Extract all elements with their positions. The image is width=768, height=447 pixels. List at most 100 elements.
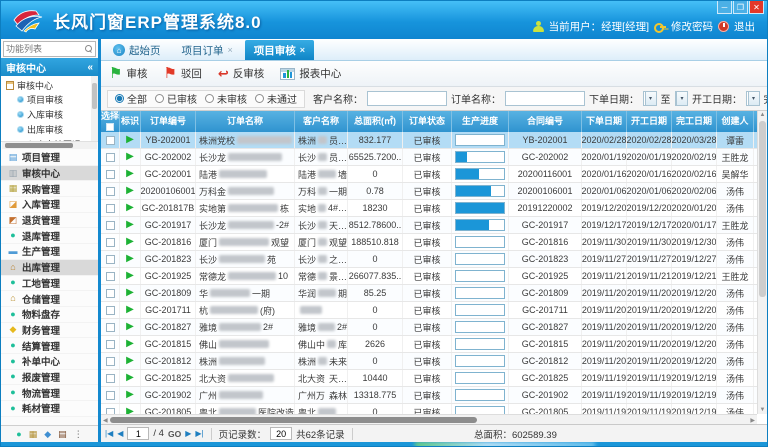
row-checkbox[interactable] <box>106 357 115 366</box>
table-row[interactable]: ▶GC-201827雅境2#雅境2#0已审核GC-2018272019/11/2… <box>101 319 757 336</box>
table-horizontal-scrollbar[interactable]: ◀ ▶ <box>101 414 757 424</box>
row-checkbox[interactable] <box>106 204 115 213</box>
table-row[interactable]: ▶GC-201902广州广州万森林13318.775已审核GC-20190220… <box>101 387 757 404</box>
last-page-button[interactable]: ▶| <box>195 429 203 438</box>
table-row[interactable]: ▶YB-202001株洲党校株洲员…832.177已审核YB-202001202… <box>101 132 757 149</box>
table-row[interactable]: ▶GC-201711杭(府)0已审核GC-2017112019/11/20201… <box>101 302 757 319</box>
change-password-link[interactable]: 修改密码 <box>671 19 713 34</box>
scroll-right-icon[interactable]: ▶ <box>750 417 755 424</box>
order-date-end-input[interactable]: / /▾ <box>675 91 689 106</box>
sidebar-item-仓储管理[interactable]: ⌂仓储管理 <box>1 291 98 307</box>
table-row[interactable]: ▶GC-202002长沙龙长沙员…65525.7200..已审核GC-20200… <box>101 149 757 166</box>
row-checkbox[interactable] <box>106 153 115 162</box>
chevron-down-icon[interactable]: ▾ <box>676 92 687 105</box>
column-header-完工日期[interactable]: 完工日期 <box>672 111 717 132</box>
tab-项目审核[interactable]: 项目审核× <box>245 40 314 60</box>
first-page-button[interactable]: |◀ <box>105 429 113 438</box>
sidebar-item-采购管理[interactable]: ▦采购管理 <box>1 181 98 197</box>
row-checkbox[interactable] <box>106 323 115 332</box>
sidebar-item-报废管理[interactable]: ●报废管理 <box>1 370 98 386</box>
table-row[interactable]: ▶GC-201917长沙龙-2#长沙天…8512.78600..已审核GC-20… <box>101 217 757 234</box>
column-header-客户名称[interactable]: 客户名称 <box>295 111 348 132</box>
next-page-button[interactable]: ▶ <box>185 429 191 438</box>
radio-未通过[interactable]: 未通过 <box>255 91 297 106</box>
column-header-选择[interactable]: 选择 <box>101 111 120 132</box>
column-header-生产进度[interactable]: 生产进度 <box>452 111 509 132</box>
order-name-input[interactable] <box>505 91 585 106</box>
row-checkbox[interactable] <box>106 340 115 349</box>
row-checkbox[interactable] <box>106 391 115 400</box>
table-row[interactable]: ▶GC-201825北大资北大资天…10440已审核GC-2018252019/… <box>101 370 757 387</box>
table-row[interactable]: ▶GC-201816厦门观望厦门观望188510.818已审核GC-201816… <box>101 234 757 251</box>
sidebar-item-退库管理[interactable]: ●退库管理 <box>1 228 98 244</box>
sidebar-item-出库管理[interactable]: ⌂出库管理 <box>1 260 98 276</box>
table-row[interactable]: ▶GC-201925常德龙10常德景…266077.835..已审核GC-201… <box>101 268 757 285</box>
page-size-input[interactable] <box>270 427 292 440</box>
tree-item[interactable]: 出库审核 <box>6 122 89 137</box>
驳回-button[interactable]: ⚑驳回 <box>163 66 201 81</box>
table-vertical-scrollbar[interactable]: ▲ ▼ <box>757 111 767 414</box>
scroll-down-icon[interactable]: ▼ <box>758 407 767 413</box>
chevron-down-icon[interactable]: ▾ <box>645 92 656 105</box>
chevron-down-icon[interactable]: ▾ <box>748 92 759 105</box>
row-checkbox[interactable] <box>106 187 115 196</box>
tree-item[interactable]: 入库审核 <box>6 107 89 122</box>
tab-项目订单[interactable]: 项目订单× <box>173 40 242 60</box>
table-row[interactable]: ▶GC-201809华一期华润期85.25已审核GC-2018092019/11… <box>101 285 757 302</box>
status-icon[interactable]: ● <box>16 429 21 439</box>
maximize-icon[interactable]: ❐ <box>733 1 748 14</box>
table-row[interactable]: ▶GC-201812株洲株洲未来0已审核GC-2018122019/11/202… <box>101 353 757 370</box>
tree-root-node[interactable]: 审核中心 <box>6 79 89 92</box>
row-checkbox[interactable] <box>106 374 115 383</box>
tab-起始页[interactable]: ⌂起始页 <box>104 40 170 60</box>
tree-horizontal-scrollbar[interactable] <box>2 142 97 149</box>
column-header-创建人[interactable]: 创建人 <box>717 111 754 132</box>
sidebar-item-财务管理[interactable]: ◆财务管理 <box>1 323 98 339</box>
cart-icon[interactable]: ▦ <box>29 429 38 440</box>
close-icon[interactable]: ✕ <box>749 1 764 14</box>
table-row[interactable]: ▶GC-201815佛山佛山中库2626已审核GC-2018152019/11/… <box>101 336 757 353</box>
row-checkbox[interactable] <box>106 272 115 281</box>
collapse-icon[interactable]: « <box>87 62 93 73</box>
customer-name-input[interactable] <box>367 91 447 106</box>
start-date-input[interactable]: / /▾ <box>746 91 760 106</box>
row-checkbox[interactable] <box>106 255 115 264</box>
more-icon[interactable]: ⋮ <box>74 429 83 440</box>
table-row[interactable]: ▶GC-201817B实地第栋实地4#…18230已审核201912200022… <box>101 200 757 217</box>
sidebar-item-物料盘存[interactable]: ●物料盘存 <box>1 307 98 323</box>
row-checkbox[interactable] <box>106 306 115 315</box>
horizontal-scroll-thumb[interactable] <box>110 417 477 423</box>
row-checkbox[interactable] <box>106 170 115 179</box>
反审核-button[interactable]: ↩反审核 <box>218 66 264 81</box>
minimize-icon[interactable]: ─ <box>717 1 732 14</box>
row-checkbox[interactable] <box>106 221 115 230</box>
sidebar-item-工地管理[interactable]: ●工地管理 <box>1 276 98 292</box>
sidebar-item-退货管理[interactable]: ◩退货管理 <box>1 213 98 229</box>
tab-close-icon[interactable]: × <box>228 45 233 55</box>
scroll-up-icon[interactable]: ▲ <box>758 112 767 118</box>
go-button[interactable]: GO <box>168 429 181 439</box>
select-all-checkbox[interactable] <box>106 123 114 131</box>
vertical-scroll-thumb[interactable] <box>759 121 766 297</box>
sidebar-item-生产管理[interactable]: ▬生产管理 <box>1 244 98 260</box>
row-checkbox[interactable] <box>106 136 115 145</box>
prev-page-button[interactable]: ◀ <box>117 429 123 438</box>
radio-全部[interactable]: 全部 <box>115 91 147 106</box>
function-search-input[interactable] <box>4 42 80 56</box>
column-header-合同编号[interactable]: 合同编号 <box>509 111 582 132</box>
sidebar-item-耗材管理[interactable]: ●耗材管理 <box>1 401 98 417</box>
logout-link[interactable]: 退出 <box>734 19 755 34</box>
column-header-总面积(㎡)[interactable]: 总面积(㎡) <box>348 111 403 132</box>
radio-icon[interactable] <box>255 94 264 103</box>
column-header-下单日期[interactable]: 下单日期 <box>582 111 627 132</box>
radio-未审核[interactable]: 未审核 <box>205 91 247 106</box>
order-date-input[interactable]: / /▾ <box>643 91 657 106</box>
radio-已审核[interactable]: 已审核 <box>155 91 197 106</box>
page-number-input[interactable] <box>127 427 149 440</box>
tree-vertical-scrollbar[interactable] <box>91 76 98 141</box>
sidebar-item-审核中心[interactable]: ▥审核中心 <box>1 166 98 182</box>
sidebar-item-入库管理[interactable]: ◪入库管理 <box>1 197 98 213</box>
row-checkbox[interactable] <box>106 289 115 298</box>
table-row[interactable]: ▶GC-202001陆港陆港墙0已审核202001160012020/01/16… <box>101 166 757 183</box>
column-header-订单名称[interactable]: 订单名称 <box>196 111 295 132</box>
